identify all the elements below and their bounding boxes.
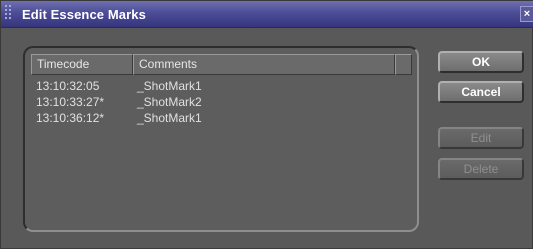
timecode-cell: 13:10:33:27* [36, 95, 105, 109]
list-header: Timecode Comments [31, 54, 412, 75]
column-header-timecode[interactable]: Timecode [31, 54, 133, 75]
column-header-comments[interactable]: Comments [133, 54, 395, 75]
column-header-filler [395, 54, 412, 75]
comment-cell: _ShotMark1 [137, 79, 202, 93]
edit-essence-marks-dialog: Edit Essence Marks × Timecode Comments 1… [0, 0, 533, 249]
cancel-button[interactable]: Cancel [438, 81, 524, 103]
essence-marks-list[interactable]: Timecode Comments 13:10:32:05 _ShotMark1… [23, 46, 419, 232]
title-bar[interactable]: Edit Essence Marks × [1, 1, 533, 28]
timecode-cell: 13:10:36:12* [36, 111, 105, 125]
comment-cell: _ShotMark1 [137, 111, 202, 125]
delete-button[interactable]: Delete [438, 158, 524, 180]
ok-button[interactable]: OK [438, 51, 524, 73]
edit-button[interactable]: Edit [438, 127, 524, 149]
drag-grip-icon[interactable] [5, 5, 15, 23]
comment-cell: _ShotMark2 [137, 95, 202, 109]
close-icon[interactable]: × [520, 6, 533, 22]
timecode-cell: 13:10:32:05 [36, 79, 100, 93]
dialog-title: Edit Essence Marks [22, 7, 146, 22]
